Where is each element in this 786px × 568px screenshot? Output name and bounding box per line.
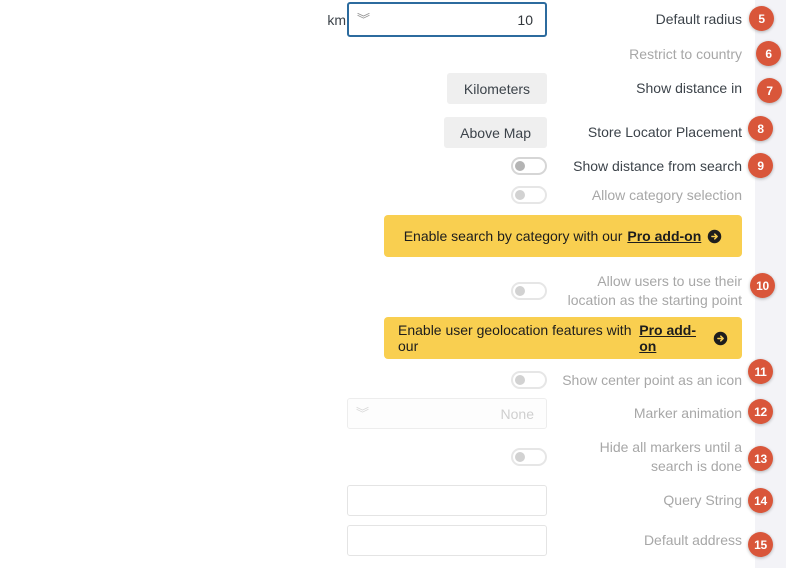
badge-8[interactable]: 8 — [748, 116, 773, 141]
marker-animation-select[interactable]: ︾ None — [347, 398, 547, 429]
default-radius-control: km ︾ 10 — [155, 2, 555, 37]
radius-input-group: km ︾ 10 — [327, 2, 547, 37]
store-locator-placement-button[interactable]: Above Map — [444, 117, 547, 148]
show-distance-from-search-toggle[interactable] — [511, 157, 547, 175]
label-allow-user-location: Allow users to use their location as the… — [555, 272, 755, 310]
show-distance-from-search-control — [155, 157, 555, 175]
label-marker-animation: Marker animation — [633, 405, 742, 421]
promo-category-text: Enable search by category with our — [403, 228, 623, 244]
marker-animation-control: ︾ None — [155, 398, 555, 429]
label-default-address: Default address — [643, 532, 742, 548]
badge-9[interactable]: 9 — [748, 153, 773, 178]
show-distance-in-control: Kilometers — [155, 73, 555, 104]
badge-12[interactable]: 12 — [748, 399, 773, 424]
row-allow-category-selection: Allow category selection — [0, 185, 755, 205]
row-hide-all-markers: Hide all markers until a search is done — [0, 436, 755, 478]
label-line-2: search is done — [650, 458, 742, 474]
row-default-address: Default address — [0, 525, 755, 556]
badge-10[interactable]: 10 — [750, 273, 775, 298]
row-show-center-point: Show center point as an icon — [0, 370, 755, 390]
row-marker-animation: ︾ None Marker animation — [0, 398, 755, 429]
promo-banner-category[interactable]: Enable search by category with our Pro a… — [384, 215, 742, 257]
badge-15[interactable]: 15 — [748, 532, 773, 557]
show-distance-in-button[interactable]: Kilometers — [447, 73, 547, 104]
label-allow-category-selection: Allow category selection — [591, 186, 742, 203]
label-default-radius: Default radius — [655, 11, 742, 27]
label-line-2: location as the starting point — [567, 292, 742, 308]
toggle-knob — [515, 161, 525, 171]
promo-geolocation-text: Enable user geolocation features with ou… — [398, 322, 632, 354]
row-show-distance-in: Kilometers Show distance in — [0, 73, 755, 104]
show-center-point-toggle[interactable] — [511, 371, 547, 389]
row-query-string: Query String — [0, 485, 755, 516]
row-default-radius: km ︾ 10 Default radius — [0, 2, 755, 37]
row-restrict-country: Restrict to country — [0, 44, 755, 64]
label-restrict-to-country: Restrict to country — [629, 45, 742, 62]
arrow-circle-right-icon — [713, 331, 728, 346]
query-string-input[interactable] — [347, 485, 547, 516]
label-show-center-point: Show center point as an icon — [562, 371, 742, 388]
arrow-circle-right-icon — [707, 229, 722, 244]
badge-14[interactable]: 14 — [748, 488, 773, 513]
store-locator-placement-control: Above Map — [155, 117, 555, 148]
hide-all-markers-control — [155, 448, 555, 466]
badge-6[interactable]: 6 — [756, 41, 781, 66]
toggle-knob — [515, 286, 525, 296]
allow-user-location-toggle[interactable] — [511, 282, 547, 300]
row-allow-user-location: Allow users to use their location as the… — [0, 270, 755, 312]
marker-animation-value: None — [500, 405, 534, 422]
badge-11[interactable]: 11 — [748, 359, 773, 384]
chevron-down-icon: ︾ — [356, 406, 370, 421]
promo-banner-geolocation[interactable]: Enable user geolocation features with ou… — [384, 317, 742, 359]
hide-all-markers-toggle[interactable] — [511, 448, 547, 466]
allow-category-selection-toggle[interactable] — [511, 186, 547, 204]
show-center-point-control — [155, 371, 555, 389]
chevron-down-icon[interactable]: ︾ — [357, 13, 370, 26]
promo-geolocation-pro-link[interactable]: Pro add-on — [639, 322, 707, 354]
radius-unit-label: km — [327, 11, 346, 28]
row-store-locator-placement: Above Map Store Locator Placement — [0, 117, 755, 148]
label-show-distance-from-search: Show distance from search — [573, 157, 742, 174]
toggle-knob — [515, 190, 525, 200]
allow-user-location-control — [155, 282, 555, 300]
label-query-string: Query String — [663, 492, 742, 508]
row-show-distance-from-search: Show distance from search — [0, 156, 755, 176]
promo-category-pro-link[interactable]: Pro add-on — [627, 228, 701, 244]
badge-7[interactable]: 7 — [757, 78, 782, 103]
toggle-knob — [515, 452, 525, 462]
label-hide-all-markers: Hide all markers until a search is done — [555, 438, 755, 476]
default-address-control — [155, 525, 555, 556]
label-line-1: Hide all markers until a — [599, 439, 742, 455]
default-address-input[interactable] — [347, 525, 547, 556]
label-line-1: Allow users to use their — [597, 273, 742, 289]
query-string-control — [155, 485, 555, 516]
toggle-knob — [515, 375, 525, 385]
badge-13[interactable]: 13 — [748, 446, 773, 471]
allow-category-selection-control — [155, 186, 555, 204]
store-locator-settings-form: km ︾ 10 Default radius 5 Restrict to cou… — [0, 0, 782, 568]
label-store-locator-placement: Store Locator Placement — [587, 124, 742, 140]
default-radius-value: 10 — [517, 11, 533, 28]
default-radius-input[interactable]: ︾ 10 — [347, 2, 547, 37]
label-show-distance-in: Show distance in — [636, 80, 742, 96]
badge-5[interactable]: 5 — [749, 6, 774, 31]
